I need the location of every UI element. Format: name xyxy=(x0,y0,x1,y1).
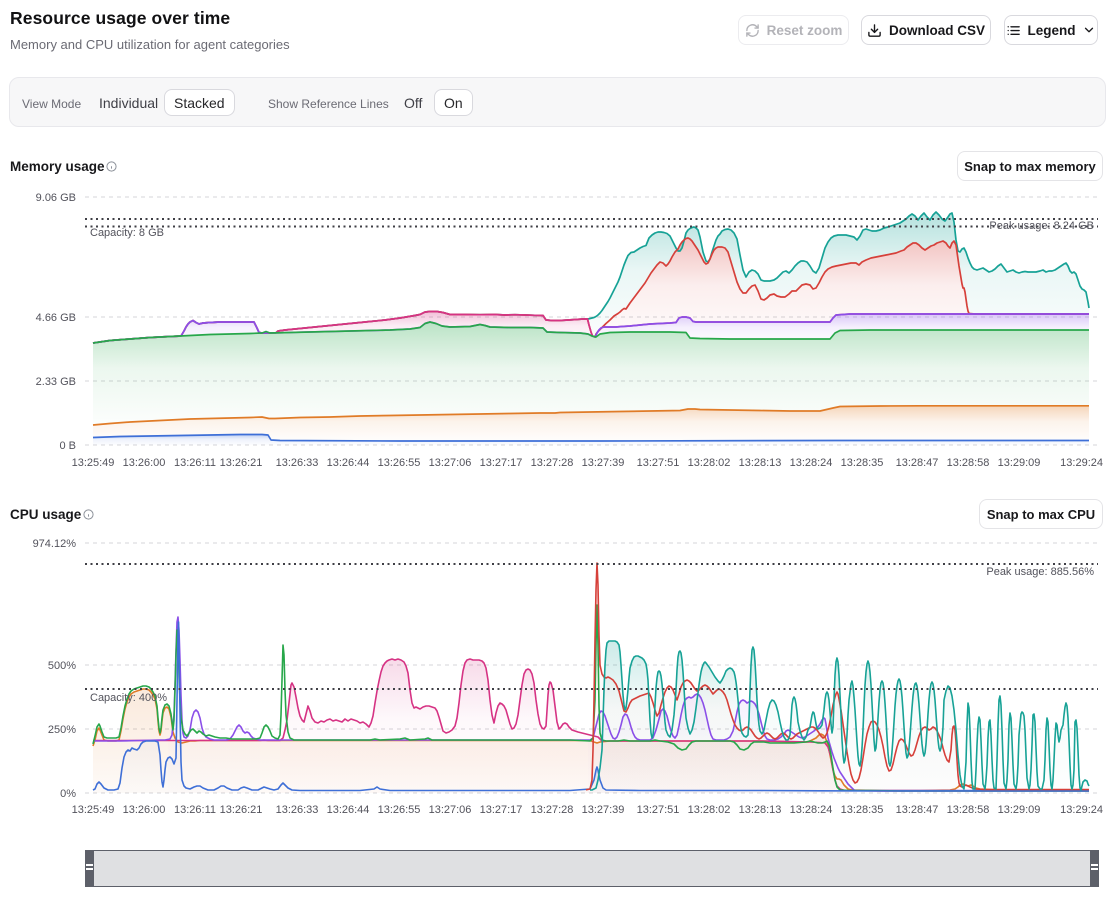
svg-text:13:25:49: 13:25:49 xyxy=(72,457,115,469)
svg-text:250%: 250% xyxy=(48,724,76,736)
svg-text:13:26:11: 13:26:11 xyxy=(174,457,216,469)
svg-text:Capacity: 400%: Capacity: 400% xyxy=(90,692,167,704)
svg-text:13:26:00: 13:26:00 xyxy=(123,457,166,469)
svg-text:13:25:49: 13:25:49 xyxy=(72,804,115,816)
svg-text:Peak usage: 885.56%: Peak usage: 885.56% xyxy=(986,566,1094,578)
svg-text:500%: 500% xyxy=(48,660,76,672)
svg-text:13:27:28: 13:27:28 xyxy=(531,457,574,469)
svg-text:13:27:51: 13:27:51 xyxy=(637,457,680,469)
svg-text:13:26:21: 13:26:21 xyxy=(220,457,263,469)
svg-text:13:27:28: 13:27:28 xyxy=(531,804,574,816)
svg-text:13:28:24: 13:28:24 xyxy=(790,457,833,469)
svg-text:13:27:06: 13:27:06 xyxy=(429,804,472,816)
svg-text:Peak usage: 8.24 GB: Peak usage: 8.24 GB xyxy=(989,220,1094,232)
svg-text:13:29:09: 13:29:09 xyxy=(998,804,1041,816)
svg-text:13:27:39: 13:27:39 xyxy=(582,804,625,816)
svg-text:13:28:35: 13:28:35 xyxy=(841,804,884,816)
svg-text:13:27:39: 13:27:39 xyxy=(582,457,625,469)
svg-text:13:26:44: 13:26:44 xyxy=(327,457,370,469)
svg-text:13:28:13: 13:28:13 xyxy=(739,804,782,816)
svg-text:13:28:02: 13:28:02 xyxy=(688,457,731,469)
svg-text:974.12%: 974.12% xyxy=(33,538,77,550)
svg-text:9.06 GB: 9.06 GB xyxy=(36,192,76,204)
svg-text:13:27:17: 13:27:17 xyxy=(480,457,523,469)
svg-text:Capacity: 8 GB: Capacity: 8 GB xyxy=(90,227,164,239)
svg-text:13:29:24: 13:29:24 xyxy=(1060,457,1103,469)
svg-text:13:28:58: 13:28:58 xyxy=(947,804,990,816)
svg-text:13:28:47: 13:28:47 xyxy=(896,804,939,816)
svg-text:13:26:33: 13:26:33 xyxy=(276,804,319,816)
svg-text:13:28:35: 13:28:35 xyxy=(841,457,884,469)
svg-text:0%: 0% xyxy=(60,788,76,800)
svg-text:13:26:33: 13:26:33 xyxy=(276,457,319,469)
svg-text:13:29:09: 13:29:09 xyxy=(998,457,1041,469)
svg-text:13:28:24: 13:28:24 xyxy=(790,804,833,816)
svg-text:2.33 GB: 2.33 GB xyxy=(36,376,76,388)
svg-text:13:27:17: 13:27:17 xyxy=(480,804,523,816)
svg-text:13:26:44: 13:26:44 xyxy=(327,804,370,816)
svg-text:13:26:00: 13:26:00 xyxy=(123,804,166,816)
svg-text:13:28:02: 13:28:02 xyxy=(688,804,731,816)
svg-text:13:26:55: 13:26:55 xyxy=(378,804,421,816)
svg-text:4.66 GB: 4.66 GB xyxy=(36,312,76,324)
svg-text:13:27:51: 13:27:51 xyxy=(637,804,680,816)
svg-text:13:26:21: 13:26:21 xyxy=(220,804,263,816)
svg-text:0 B: 0 B xyxy=(59,440,76,452)
svg-text:13:26:11: 13:26:11 xyxy=(174,804,216,816)
svg-text:13:29:24: 13:29:24 xyxy=(1060,804,1103,816)
svg-text:13:28:58: 13:28:58 xyxy=(947,457,990,469)
svg-text:13:26:55: 13:26:55 xyxy=(378,457,421,469)
svg-text:13:28:13: 13:28:13 xyxy=(739,457,782,469)
svg-text:13:27:06: 13:27:06 xyxy=(429,457,472,469)
svg-text:13:28:47: 13:28:47 xyxy=(896,457,939,469)
